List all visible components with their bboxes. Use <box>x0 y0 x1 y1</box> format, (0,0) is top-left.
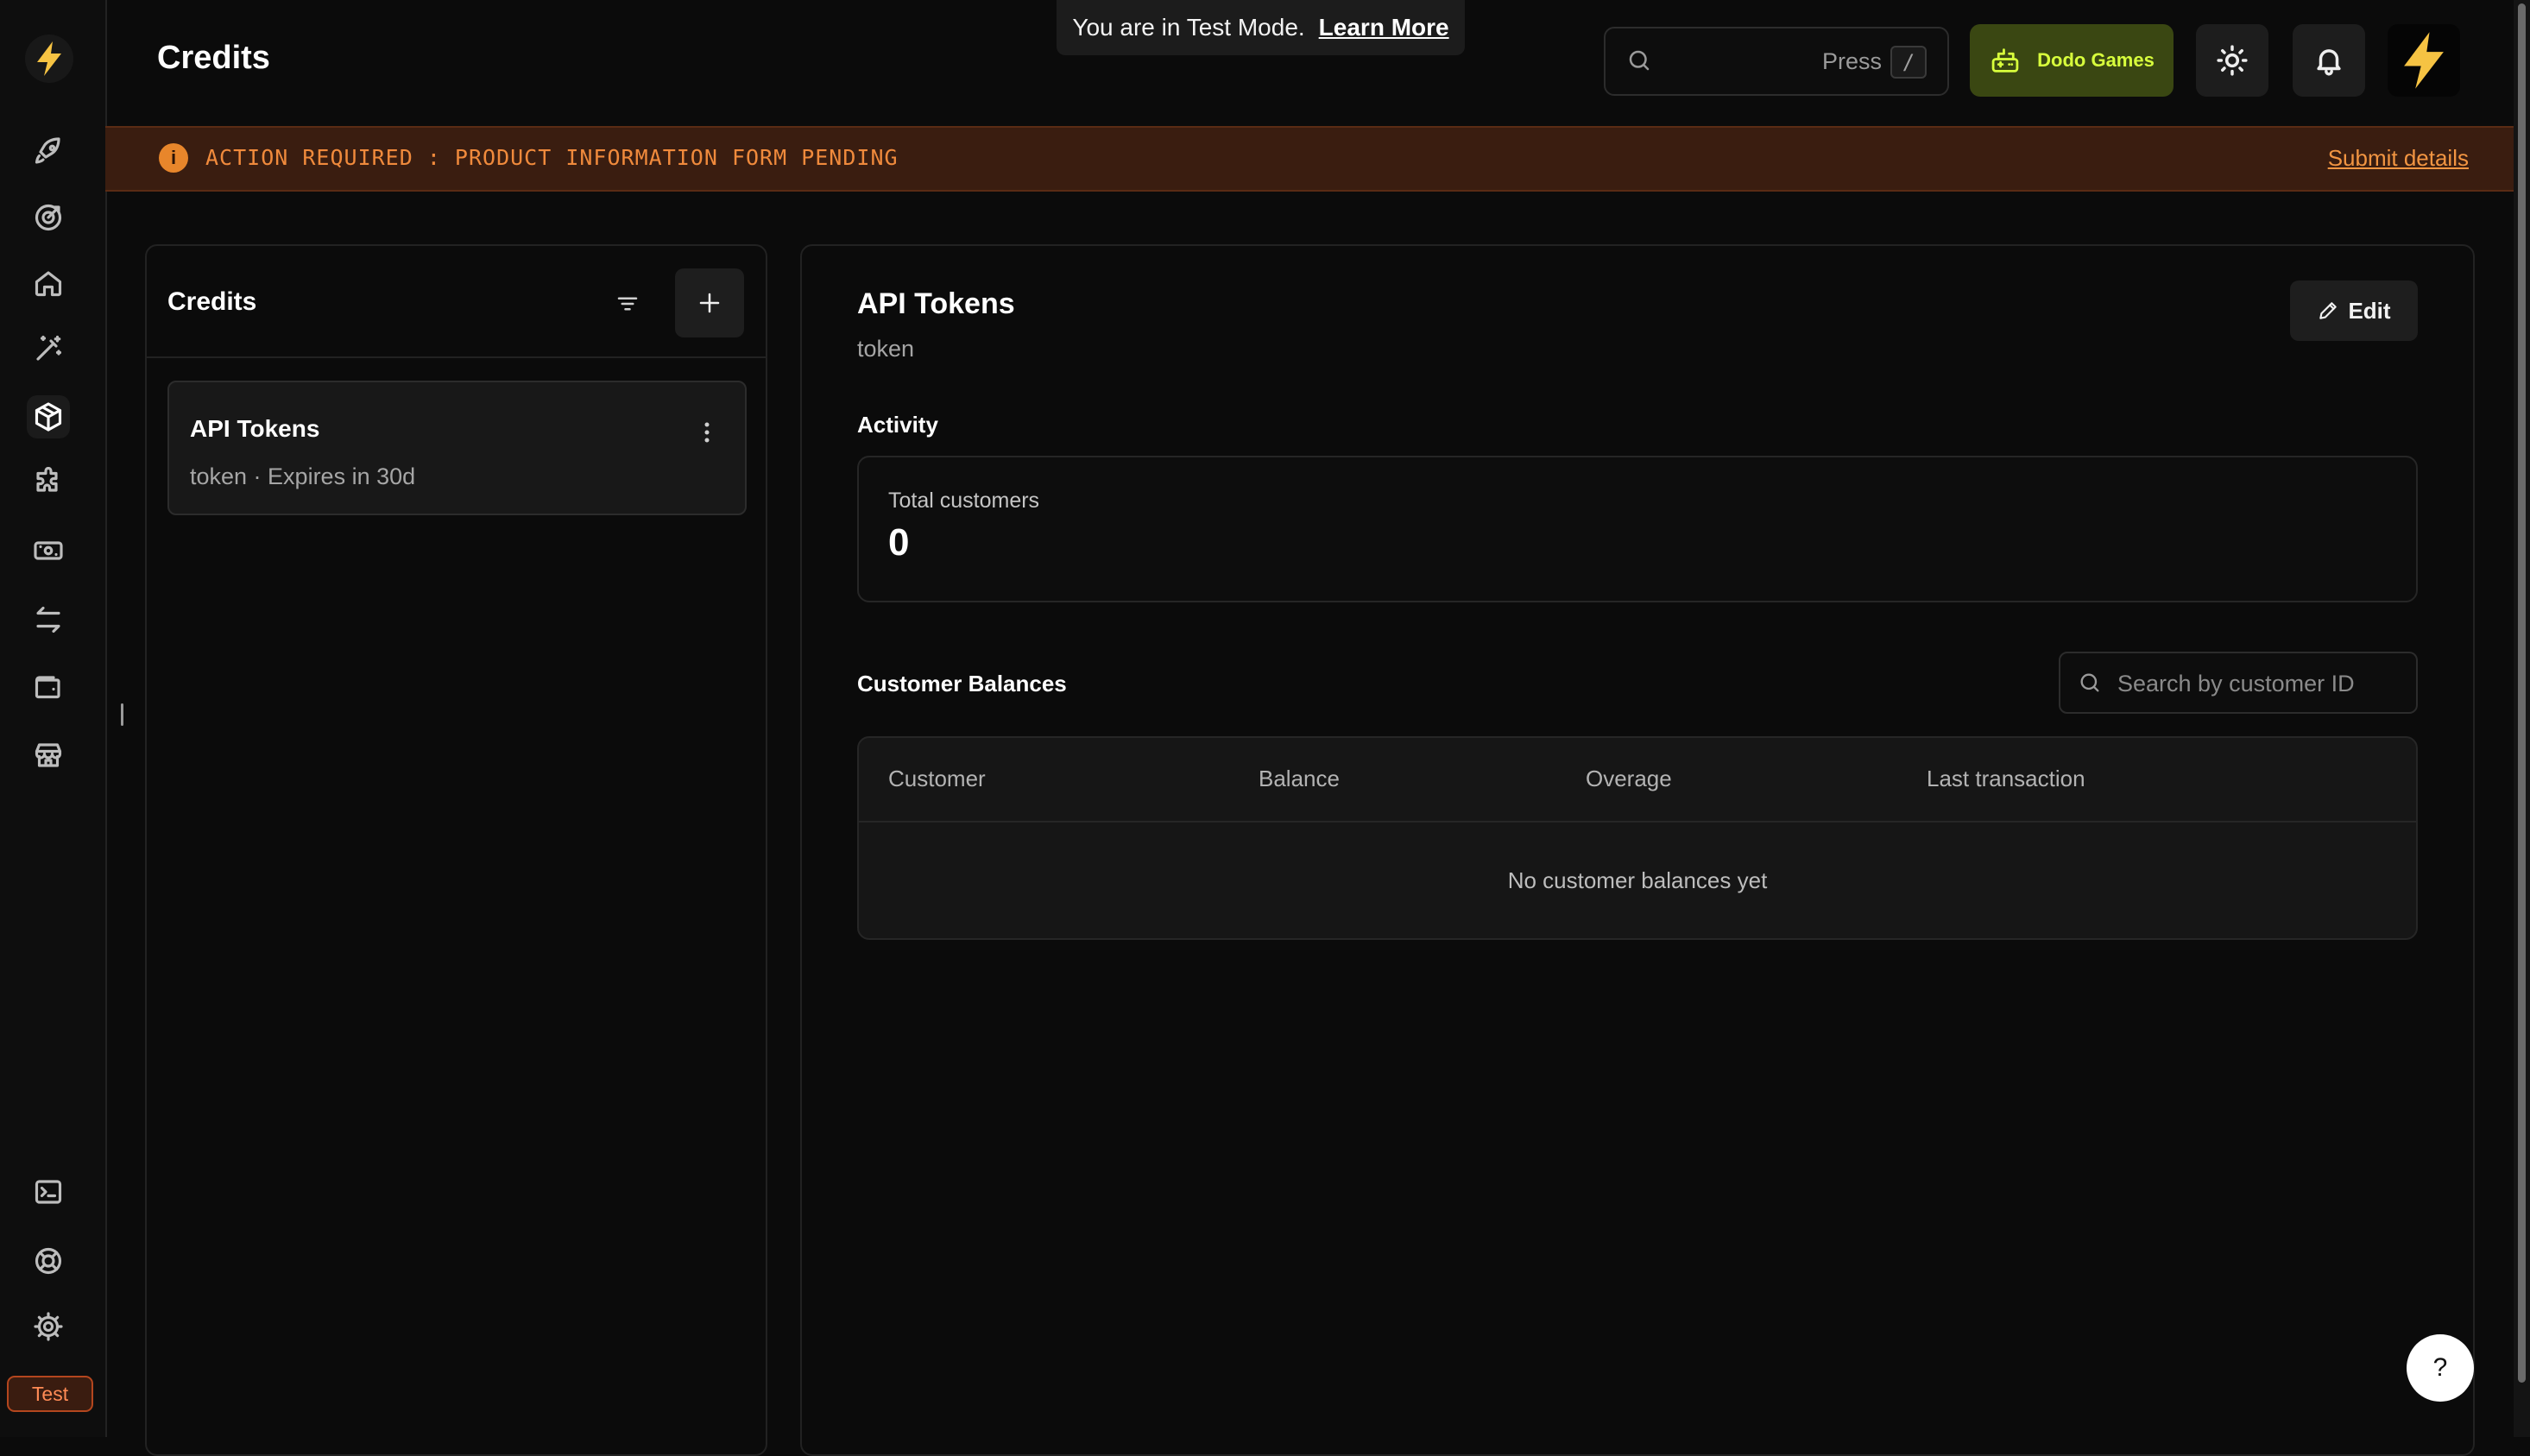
list-item[interactable]: API Tokens token · Expires in 30d <box>167 381 747 515</box>
rocket-icon <box>35 137 60 164</box>
business-name: Dodo Games <box>2037 49 2155 71</box>
credit-detail-panel: API Tokens token Edit Activity Total cus… <box>800 244 2475 1456</box>
sidebar-item-magic[interactable] <box>27 327 70 370</box>
column-header[interactable]: Customer <box>888 766 986 792</box>
scrollbar[interactable] <box>2514 0 2530 1437</box>
home-icon <box>35 271 62 297</box>
sidebar-item-products[interactable] <box>27 395 70 438</box>
wallet-icon <box>35 676 60 699</box>
table-header: Customer Balance Overage Last transactio… <box>859 738 2416 823</box>
puzzle-icon <box>36 467 58 492</box>
plus-icon <box>699 293 720 313</box>
activity-heading: Activity <box>857 412 938 438</box>
global-search[interactable]: Press / <box>1604 27 1949 96</box>
banner-message: ACTION REQUIRED : PRODUCT INFORMATION FO… <box>205 145 899 170</box>
transfer-icon <box>36 606 60 633</box>
search-shortcut-key: / <box>1890 46 1927 79</box>
theme-toggle-button[interactable] <box>2196 24 2268 97</box>
sidebar-item-support[interactable] <box>27 1239 70 1283</box>
stat-value: 0 <box>888 521 910 564</box>
search-icon <box>2078 671 2102 695</box>
sidebar-item-settings[interactable] <box>27 1305 70 1348</box>
customer-search[interactable] <box>2059 652 2418 714</box>
sidebar-item-target[interactable] <box>27 196 70 239</box>
gear-icon <box>34 1312 63 1341</box>
sidebar-item-developer[interactable] <box>27 1170 70 1213</box>
box-icon <box>35 402 62 432</box>
learn-more-link[interactable]: Learn More <box>1319 14 1449 41</box>
money-icon <box>34 541 63 560</box>
credits-list-title: Credits <box>167 287 257 316</box>
credit-name: API Tokens <box>190 415 320 442</box>
page-title: Credits <box>157 40 270 76</box>
edit-label: Edit <box>2348 297 2391 324</box>
credits-list-panel: Credits API Tokens token · Expires in 30… <box>145 244 767 1456</box>
empty-state: No customer balances yet <box>1507 867 1768 893</box>
sidebar: Test <box>0 0 107 1437</box>
stat-label: Total customers <box>888 488 1040 513</box>
credits-list-header: Credits <box>147 246 766 358</box>
test-mode-text: You are in Test Mode. <box>1072 14 1305 41</box>
filter-icon <box>617 297 638 311</box>
store-icon <box>35 743 62 767</box>
scrollbar-thumb[interactable] <box>2518 3 2526 1383</box>
sun-icon <box>2217 45 2248 76</box>
more-options-icon[interactable] <box>697 415 717 450</box>
target-icon <box>35 204 62 231</box>
search-hint: Press <box>1821 48 1882 74</box>
mode-badge[interactable]: Test <box>7 1376 93 1412</box>
sidebar-item-payments[interactable] <box>27 529 70 572</box>
customer-search-input[interactable] <box>2116 653 2404 714</box>
submit-details-link[interactable]: Submit details <box>2328 145 2469 172</box>
bell-icon <box>2317 49 2341 76</box>
notifications-button[interactable] <box>2293 24 2365 97</box>
action-required-banner: i ACTION REQUIRED : PRODUCT INFORMATION … <box>105 126 2514 192</box>
sidebar-item-store[interactable] <box>27 734 70 777</box>
column-header[interactable]: Balance <box>1259 766 1340 792</box>
search-icon <box>1626 47 1652 73</box>
logo-icon[interactable] <box>25 35 73 83</box>
sidebar-item-rocket[interactable] <box>27 130 70 173</box>
lightning-icon <box>2404 32 2444 89</box>
edit-button[interactable]: Edit <box>2290 280 2418 341</box>
detail-title: API Tokens <box>857 287 1015 320</box>
sidebar-item-wallet[interactable] <box>27 666 70 709</box>
detail-subtitle: token <box>857 336 915 362</box>
lifebuoy-icon <box>35 1247 62 1275</box>
game-controller-icon <box>1989 46 2022 75</box>
business-switcher-button[interactable]: Dodo Games <box>1970 24 2174 97</box>
filter-button[interactable] <box>606 282 649 325</box>
stat-card: Total customers 0 <box>857 456 2418 602</box>
panel-resize-handle[interactable] <box>121 703 123 726</box>
info-icon: i <box>159 143 188 173</box>
pencil-icon <box>2319 302 2338 319</box>
column-header[interactable]: Last transaction <box>1927 766 2085 792</box>
avatar[interactable] <box>2388 24 2460 97</box>
sidebar-item-transfers[interactable] <box>27 598 70 641</box>
sidebar-item-home[interactable] <box>27 262 70 305</box>
customer-balances-heading: Customer Balances <box>857 671 1067 696</box>
help-button[interactable]: ? <box>2407 1334 2474 1402</box>
column-header[interactable]: Overage <box>1586 766 1672 792</box>
credit-meta: token · Expires in 30d <box>190 463 416 489</box>
sidebar-item-integrations[interactable] <box>27 461 70 504</box>
terminal-icon <box>35 1180 62 1204</box>
test-mode-notice: You are in Test Mode. Learn More <box>1057 0 1465 55</box>
magic-wand-icon <box>36 335 62 361</box>
add-credit-button[interactable] <box>675 268 744 337</box>
customer-balances-table: Customer Balance Overage Last transactio… <box>857 736 2418 940</box>
